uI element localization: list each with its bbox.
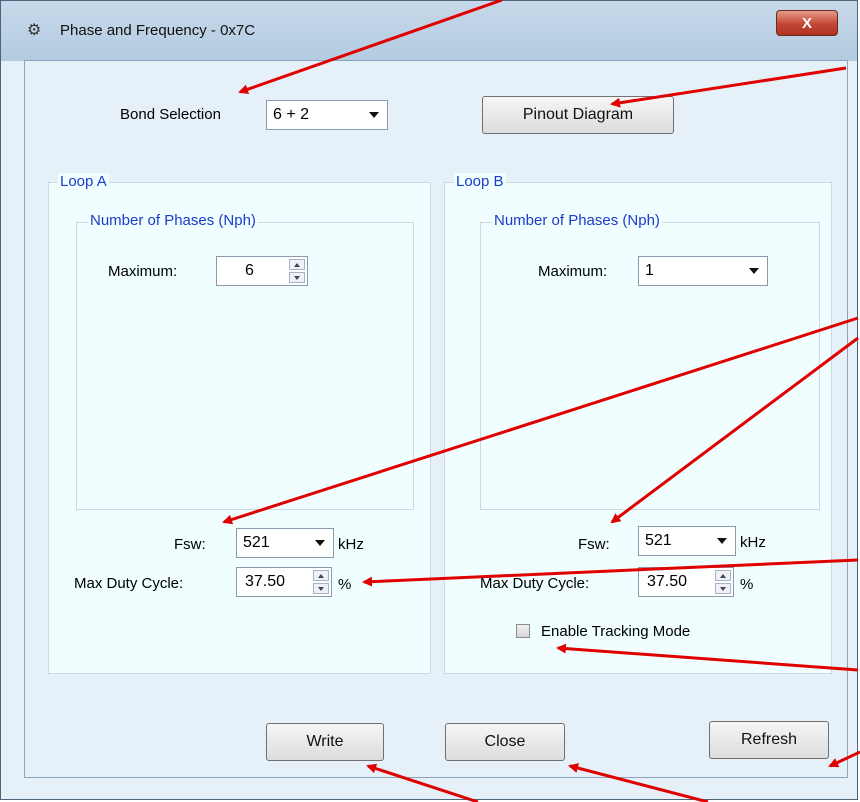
loop-a-duty-label: Max Duty Cycle: xyxy=(74,575,184,592)
loop-b-duty-unit: % xyxy=(740,576,754,593)
bond-selection-label: Bond Selection xyxy=(120,106,221,123)
loop-b-max-value: 1 xyxy=(645,262,654,279)
refresh-button[interactable]: Refresh xyxy=(709,721,829,759)
loop-b-title: Loop B xyxy=(454,173,506,190)
loop-a-fsw-dropdown[interactable]: 521 xyxy=(236,528,334,558)
loop-a-max-label: Maximum: xyxy=(108,263,178,280)
loop-a-fsw-label: Fsw: xyxy=(174,536,206,553)
loop-a-duty-value: 37.50 xyxy=(245,573,286,590)
loop-a-max-value: 6 xyxy=(245,262,254,279)
write-button[interactable]: Write xyxy=(266,723,384,761)
loop-a-phases-title: Number of Phases (Nph) xyxy=(88,212,258,229)
bond-selection-value: 6 + 2 xyxy=(273,106,310,123)
loop-b-duty-value: 37.50 xyxy=(647,573,688,590)
spinner-arrows-icon[interactable] xyxy=(715,570,731,594)
chevron-down-icon xyxy=(749,268,759,274)
spinner-arrows-icon[interactable] xyxy=(289,259,305,283)
window-close-button[interactable]: X xyxy=(776,10,838,36)
tracking-mode-label: Enable Tracking Mode xyxy=(541,623,691,640)
loop-a-fsw-value: 521 xyxy=(243,534,270,551)
chevron-down-icon xyxy=(315,540,325,546)
loop-b-duty-spinner[interactable]: 37.50 xyxy=(638,567,734,597)
app-gear-icon: ⚙ xyxy=(27,22,42,39)
loop-b-fsw-value: 521 xyxy=(645,532,672,549)
loop-b-fsw-label: Fsw: xyxy=(578,536,610,553)
bond-selection-dropdown[interactable]: 6 + 2 xyxy=(266,100,388,130)
loop-b-phases-title: Number of Phases (Nph) xyxy=(492,212,662,229)
tracking-mode-checkbox[interactable] xyxy=(516,624,530,638)
close-button[interactable]: Close xyxy=(445,723,565,761)
pinout-diagram-button[interactable]: Pinout Diagram xyxy=(482,96,674,134)
loop-a-duty-spinner[interactable]: 37.50 xyxy=(236,567,332,597)
chevron-down-icon xyxy=(717,538,727,544)
spinner-arrows-icon[interactable] xyxy=(313,570,329,594)
loop-b-max-dropdown[interactable]: 1 xyxy=(638,256,768,286)
loop-a-fsw-unit: kHz xyxy=(338,536,364,553)
loop-b-fsw-unit: kHz xyxy=(740,534,766,551)
window-title: Phase and Frequency - 0x7C xyxy=(60,22,256,39)
chevron-down-icon xyxy=(369,112,379,118)
loop-b-fsw-dropdown[interactable]: 521 xyxy=(638,526,736,556)
loop-b-duty-label: Max Duty Cycle: xyxy=(480,575,590,592)
loop-a-title: Loop A xyxy=(58,173,109,190)
loop-a-max-spinner[interactable]: 6 xyxy=(216,256,308,286)
loop-a-duty-unit: % xyxy=(338,576,352,593)
loop-b-max-label: Maximum: xyxy=(538,263,608,280)
